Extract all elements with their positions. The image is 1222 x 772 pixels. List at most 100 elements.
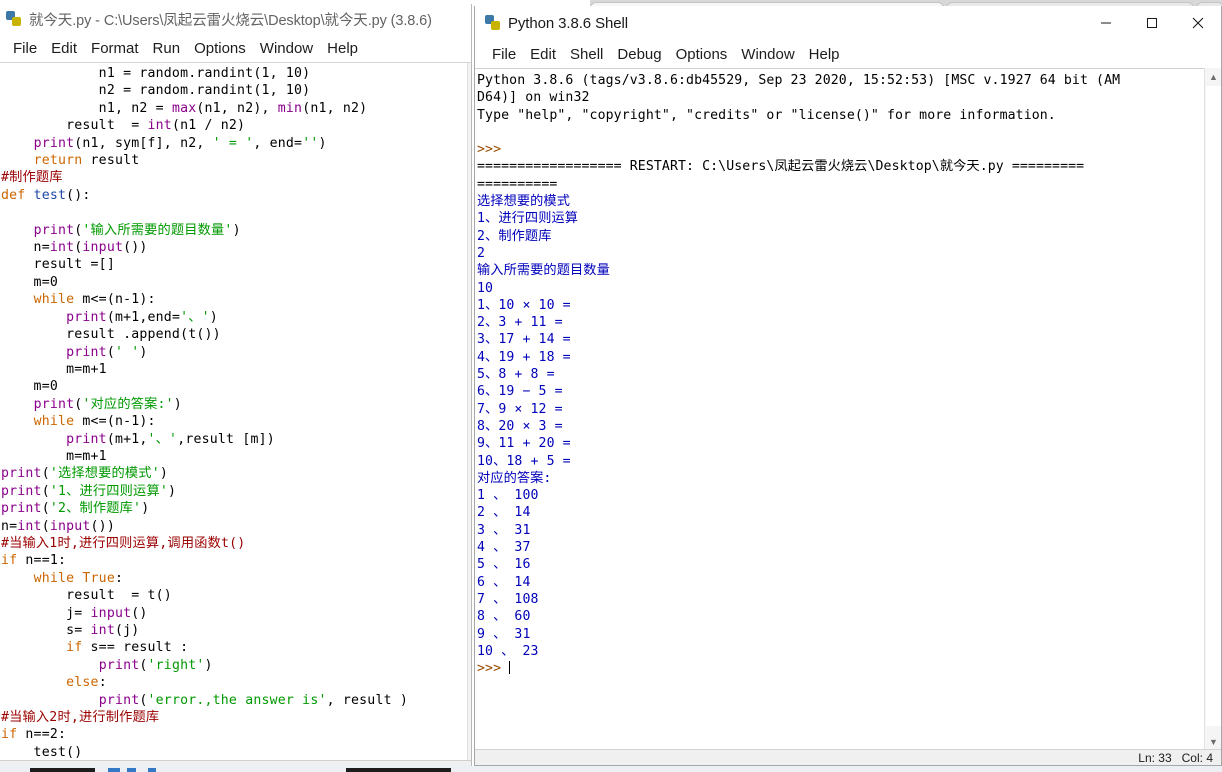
code-token: ' = ': [212, 135, 254, 151]
editor-titlebar[interactable]: 就今天.py - C:\Users\凤起云雷火烧云\Desktop\就今天.py…: [0, 4, 471, 34]
minimize-icon[interactable]: [1083, 6, 1129, 40]
code-token: n1, n2 =: [1, 100, 172, 116]
code-token: n==1:: [17, 553, 67, 569]
editor-menu-format[interactable]: Format: [84, 38, 146, 59]
shell-titlebar[interactable]: Python 3.8.6 Shell: [475, 6, 1221, 40]
screen: 就今天.py - C:\Users\凤起云雷火烧云\Desktop\就今天.py…: [0, 0, 1222, 772]
code-token: print: [98, 657, 140, 673]
code-token: ): [139, 344, 148, 360]
taskbar-app[interactable]: [148, 768, 156, 772]
shell-line: >>>: [477, 142, 510, 158]
code-token: test: [33, 187, 67, 203]
code-token: ): [159, 466, 168, 482]
code-token: n=: [1, 240, 50, 256]
shell-line: 4、19 + 18 =: [477, 349, 579, 365]
code-token: '1、进行四则运算': [49, 483, 168, 499]
shell-menu-file[interactable]: File: [485, 44, 523, 65]
code-token: input: [82, 240, 124, 256]
code-token: (m+1,: [106, 431, 148, 447]
code-token: ): [173, 396, 182, 412]
code-token: (: [139, 657, 148, 673]
code-token: ): [209, 309, 218, 325]
code-token: (: [41, 501, 50, 517]
code-editor-pane[interactable]: n1 = random.randint(1, 10) n2 = random.r…: [0, 62, 471, 762]
editor-menu-help[interactable]: Help: [320, 38, 365, 59]
code-token: :: [114, 570, 124, 586]
shell-vertical-scrollbar[interactable]: ▲ ▼: [1204, 68, 1221, 750]
shell-statusbar: Ln: 33 Col: 4: [475, 749, 1221, 765]
code-text[interactable]: n1 = random.randint(1, 10) n2 = random.r…: [0, 63, 471, 761]
shell-menubar[interactable]: File Edit Shell Debug Options Window Hel…: [475, 40, 1221, 68]
code-token: while: [33, 414, 75, 430]
code-token: #当输入2时,进行制作题库: [1, 710, 160, 726]
code-token: print: [1, 466, 42, 482]
taskbar-segment: [30, 768, 95, 772]
shell-menu-options[interactable]: Options: [669, 44, 735, 65]
scrollbar-thumb[interactable]: [1206, 86, 1221, 726]
code-token: (j): [114, 623, 140, 638]
shell-line: 5 、 16: [477, 557, 531, 573]
shell-line: 8、20 × 3 =: [477, 418, 571, 434]
shell-line: D64)] on win32: [477, 90, 590, 106]
idle-editor-window[interactable]: 就今天.py - C:\Users\凤起云雷火烧云\Desktop\就今天.py…: [0, 4, 472, 768]
editor-menu-file[interactable]: File: [6, 38, 44, 59]
scroll-down-icon[interactable]: ▼: [1205, 733, 1221, 750]
shell-menu-debug[interactable]: Debug: [610, 44, 668, 65]
code-token: print: [98, 692, 140, 708]
code-token: m=0: [1, 379, 58, 395]
code-token: n==2:: [17, 727, 67, 743]
shell-text[interactable]: Python 3.8.6 (tags/v3.8.6:db45529, Sep 2…: [475, 69, 1221, 677]
shell-line: 7、9 × 12 =: [477, 401, 571, 417]
shell-menu-window[interactable]: Window: [734, 44, 801, 65]
shell-line: Type "help", "copyright", "credits" or "…: [477, 107, 1056, 123]
editor-menu-options[interactable]: Options: [187, 38, 253, 59]
shell-line: 7 、 108: [477, 591, 539, 607]
scroll-up-icon[interactable]: ▲: [1205, 68, 1221, 85]
code-token: '对应的答案:': [82, 396, 174, 412]
close-icon[interactable]: [1175, 6, 1221, 40]
status-column-number: Col: 4: [1181, 750, 1213, 765]
code-token: n=: [1, 518, 18, 534]
code-token: print: [1, 501, 42, 517]
editor-menu-window[interactable]: Window: [253, 38, 320, 59]
code-token: 'right': [147, 657, 205, 673]
code-token: def: [1, 187, 26, 203]
code-token: '、': [180, 309, 210, 325]
taskbar[interactable]: [0, 766, 1222, 772]
code-token: result .append(t()): [1, 327, 221, 343]
shell-menu-shell[interactable]: Shell: [563, 44, 610, 65]
code-token: result =[]: [1, 257, 115, 273]
code-token: test(): [1, 744, 83, 760]
code-token: j=: [1, 605, 91, 621]
editor-menu-run[interactable]: Run: [146, 38, 188, 59]
code-token: input: [49, 518, 91, 534]
window-controls[interactable]: [1083, 6, 1221, 40]
shell-output-pane[interactable]: Python 3.8.6 (tags/v3.8.6:db45529, Sep 2…: [475, 68, 1221, 750]
code-token: (: [139, 692, 148, 708]
code-token: ): [318, 135, 327, 151]
editor-menubar[interactable]: File Edit Format Run Options Window Help: [0, 34, 471, 62]
editor-vertical-scrollbar[interactable]: [467, 63, 471, 762]
taskbar-app[interactable]: [127, 768, 136, 772]
code-token: print: [33, 222, 75, 238]
editor-menu-edit[interactable]: Edit: [44, 38, 84, 59]
shell-line: 10、18 + 5 =: [477, 453, 579, 469]
shell-menu-edit[interactable]: Edit: [523, 44, 563, 65]
code-token: print: [1, 483, 42, 499]
shell-line: ================== RESTART: C:\Users\凤起云…: [477, 159, 1085, 175]
shell-menu-help[interactable]: Help: [802, 44, 847, 65]
maximize-icon[interactable]: [1129, 6, 1175, 40]
code-token: (n1 / n2): [171, 118, 246, 134]
python-shell-window[interactable]: Python 3.8.6 Shell File Edit Shell Debug…: [474, 6, 1222, 766]
shell-line: 1、10 × 10 =: [477, 297, 579, 313]
code-token: n2 = random.randint(1, 10): [1, 83, 311, 99]
code-token: (: [106, 344, 115, 360]
taskbar-active-app[interactable]: [108, 768, 120, 772]
code-token: result = t(): [1, 588, 172, 604]
shell-line: 对应的答案:: [477, 470, 552, 486]
